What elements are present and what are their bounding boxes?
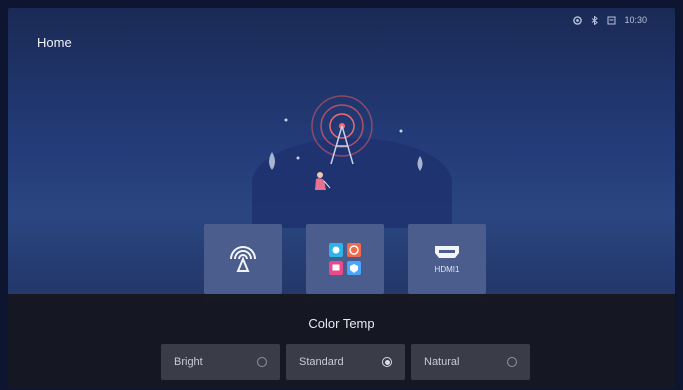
option-standard[interactable]: Standard — [286, 344, 405, 380]
tile-antenna[interactable] — [204, 224, 282, 302]
sparkle-dot — [284, 118, 288, 122]
option-label: Natural — [424, 356, 460, 368]
person-icon — [315, 172, 331, 190]
tile-label: HDMI1 — [434, 264, 460, 274]
radio-icon — [257, 357, 267, 367]
page-title: Home — [37, 35, 72, 50]
tree-icon — [269, 152, 423, 171]
radio-checked-icon — [382, 357, 392, 367]
apps-grid-icon — [329, 243, 361, 275]
tile-apps[interactable] — [306, 224, 384, 302]
antenna-icon — [230, 246, 256, 272]
signal-tower-icon — [311, 95, 373, 165]
option-label: Standard — [299, 356, 344, 368]
tv-home-screen: Home 10:30 HDMI1 Color Temp Bright Stand… — [8, 8, 675, 388]
status-bar: 10:30 — [573, 15, 647, 25]
tile-hdmi1[interactable]: HDMI1 — [408, 224, 486, 302]
clock: 10:30 — [624, 15, 647, 25]
hdmi-icon — [435, 245, 459, 258]
sparkle-dot — [399, 129, 403, 133]
input-source-icon — [607, 16, 616, 25]
radio-icon — [507, 357, 517, 367]
option-bright[interactable]: Bright — [161, 344, 280, 380]
sparkle-dot — [296, 156, 300, 160]
color-temp-panel: Color Temp Bright Standard Natural — [8, 294, 675, 388]
bluetooth-icon — [590, 15, 599, 25]
color-temp-options: Bright Standard Natural — [161, 344, 530, 380]
source-tiles: HDMI1 — [204, 224, 486, 302]
network-icon — [573, 15, 583, 25]
illustration — [238, 78, 468, 228]
panel-title: Color Temp — [308, 316, 375, 331]
option-label: Bright — [174, 356, 203, 368]
option-natural[interactable]: Natural — [411, 344, 530, 380]
